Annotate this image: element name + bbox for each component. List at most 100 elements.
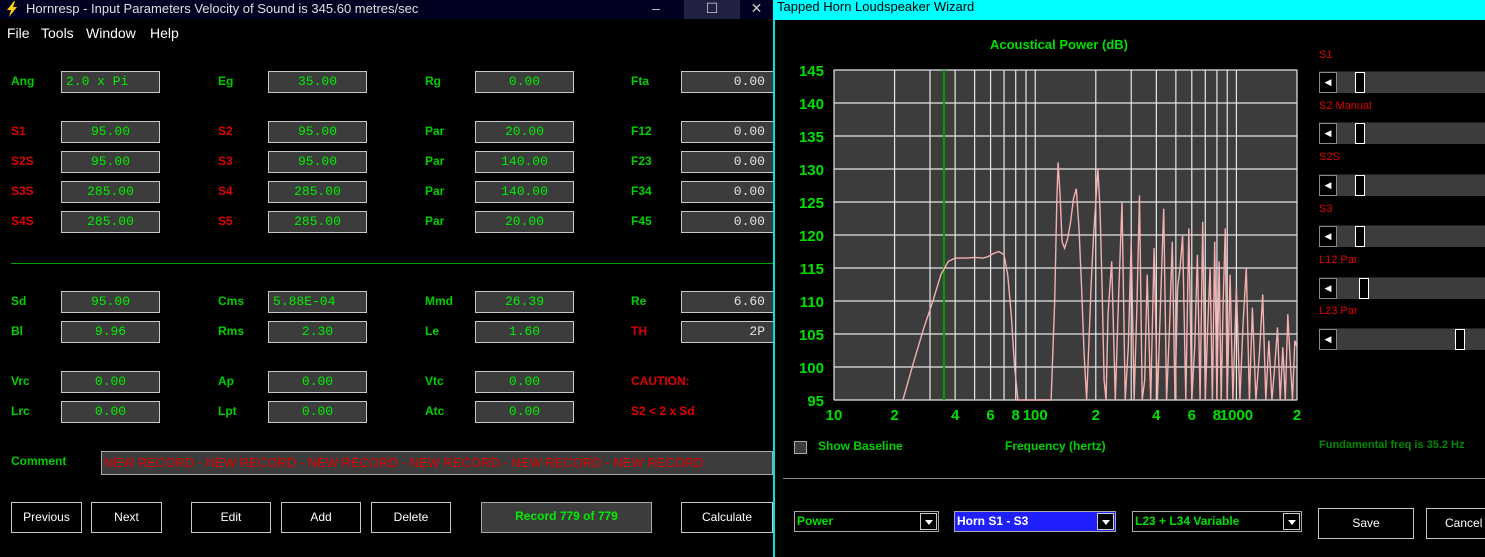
close-button[interactable]: ✕ [740, 0, 773, 19]
slider-thumb[interactable] [1354, 226, 1365, 247]
field-f12[interactable]: 0.00 [681, 121, 773, 143]
field-bl[interactable]: 9.96 [61, 321, 160, 343]
caution-text: S2 < 2 x Sd [631, 404, 695, 418]
right-window-title: Tapped Horn Loudspeaker Wizard [777, 0, 975, 14]
field-cms[interactable]: 5.88E-04 [268, 291, 367, 313]
y-tick-label: 115 [800, 261, 824, 278]
menu-file[interactable]: File [7, 25, 30, 41]
slider-thumb[interactable] [1354, 175, 1365, 196]
comment-input[interactable]: NEW RECORD - NEW RECORD - NEW RECORD - N… [101, 451, 773, 475]
section-divider [11, 263, 773, 264]
field-s4[interactable]: 285.00 [268, 181, 367, 203]
chevron-down-icon[interactable] [920, 513, 937, 530]
parameter-slider[interactable]: ◀ [1319, 328, 1485, 350]
label-th: TH [631, 324, 647, 338]
field-f34[interactable]: 0.00 [681, 181, 773, 203]
slider-thumb[interactable] [1455, 329, 1466, 350]
parameter-slider[interactable]: ◀ [1319, 122, 1485, 144]
parameter-slider[interactable]: ◀ [1319, 174, 1485, 196]
field-eg[interactable]: 35.00 [268, 71, 367, 93]
slider-thumb[interactable] [1354, 72, 1365, 93]
label-lpt: Lpt [218, 404, 237, 418]
label-s5: S5 [218, 214, 233, 228]
field-f23[interactable]: 0.00 [681, 151, 773, 173]
label-re: Re [631, 294, 647, 308]
slider-thumb[interactable] [1354, 123, 1365, 144]
label-vtc: Vtc [425, 374, 444, 388]
horn-dropdown[interactable]: Horn S1 - S3 [954, 511, 1116, 532]
field-f45[interactable]: 0.00 [681, 211, 773, 233]
menu-tools[interactable]: Tools [41, 25, 74, 41]
parameter-slider[interactable]: ◀ [1319, 71, 1485, 93]
previous-button[interactable]: Previous [11, 502, 82, 533]
field-rms[interactable]: 2.30 [268, 321, 367, 343]
parameter-slider[interactable]: ◀ [1319, 277, 1485, 299]
x-tick-label: 2 [1293, 407, 1301, 424]
y-tick-label: 120 [799, 228, 824, 245]
add-button[interactable]: Add [281, 502, 361, 533]
field-s1[interactable]: 95.00 [61, 121, 160, 143]
field-atc[interactable]: 0.00 [475, 401, 574, 423]
field-th[interactable]: 2P [681, 321, 773, 343]
chevron-left-icon[interactable]: ◀ [1319, 123, 1337, 144]
field-s4s[interactable]: 285.00 [61, 211, 160, 233]
chevron-down-icon[interactable] [1097, 513, 1114, 530]
maximize-button[interactable]: ☐ [684, 0, 740, 19]
field-sd[interactable]: 95.00 [61, 291, 160, 313]
calculate-button[interactable]: Calculate [681, 502, 773, 533]
label-s2s: S2S [11, 154, 34, 168]
chevron-left-icon[interactable]: ◀ [1319, 329, 1337, 350]
chevron-left-icon[interactable]: ◀ [1319, 226, 1337, 247]
slider-label: S1 [1319, 49, 1333, 61]
acoustical-power-chart: 14514013513012512011511010510095 10 2 4 6 8 1… [799, 63, 1301, 424]
y-tick-label: 130 [799, 162, 824, 179]
caution-title: CAUTION: [631, 374, 690, 388]
field-le[interactable]: 1.60 [475, 321, 574, 343]
right-title-bar[interactable]: Tapped Horn Loudspeaker Wizard [773, 0, 1485, 20]
next-button[interactable]: Next [91, 502, 162, 533]
field-s3s[interactable]: 285.00 [61, 181, 160, 203]
x-tick-label: 1000 [1220, 407, 1253, 424]
field-mmd[interactable]: 26.39 [475, 291, 574, 313]
parameter-slider[interactable]: ◀ [1319, 225, 1485, 247]
chevron-down-icon[interactable] [1283, 513, 1300, 530]
menu-help[interactable]: Help [150, 25, 179, 41]
field-lrc[interactable]: 0.00 [61, 401, 160, 423]
field-lpt[interactable]: 0.00 [268, 401, 367, 423]
field-par2[interactable]: 140.00 [475, 151, 574, 173]
save-button[interactable]: Save [1318, 508, 1414, 539]
field-par1[interactable]: 20.00 [475, 121, 574, 143]
field-ap[interactable]: 0.00 [268, 371, 367, 393]
field-vtc[interactable]: 0.00 [475, 371, 574, 393]
slider-thumb[interactable] [1359, 278, 1370, 299]
field-s3[interactable]: 95.00 [268, 151, 367, 173]
field-ang[interactable]: 2.0 x Pi [61, 71, 160, 93]
field-par4[interactable]: 20.00 [475, 211, 574, 233]
show-baseline-checkbox[interactable] [794, 441, 807, 454]
field-par3[interactable]: 140.00 [475, 181, 574, 203]
minimize-button[interactable]: – [628, 0, 684, 19]
menu-window[interactable]: Window [86, 25, 136, 41]
field-s2s[interactable]: 95.00 [61, 151, 160, 173]
chevron-left-icon[interactable]: ◀ [1319, 278, 1337, 299]
show-baseline-label[interactable]: Show Baseline [818, 439, 903, 453]
field-s2[interactable]: 95.00 [268, 121, 367, 143]
label-s3: S3 [218, 154, 233, 168]
field-re[interactable]: 6.60 [681, 291, 773, 313]
cancel-button[interactable]: Cancel [1426, 508, 1485, 539]
field-s5[interactable]: 285.00 [268, 211, 367, 233]
chevron-left-icon[interactable]: ◀ [1319, 72, 1337, 93]
delete-button[interactable]: Delete [371, 502, 451, 533]
chart-title: Acoustical Power (dB) [990, 37, 1128, 52]
edit-button[interactable]: Edit [191, 502, 271, 533]
variable-dropdown-value: L23 + L34 Variable [1135, 514, 1240, 528]
y-tick-label: 125 [799, 195, 824, 212]
chevron-left-icon[interactable]: ◀ [1319, 175, 1337, 196]
variable-dropdown[interactable]: L23 + L34 Variable [1132, 511, 1302, 532]
field-vrc[interactable]: 0.00 [61, 371, 160, 393]
power-dropdown[interactable]: Power [794, 511, 939, 532]
left-title-bar[interactable]: Hornresp - Input Parameters Velocity of … [0, 0, 773, 19]
label-par1: Par [425, 124, 445, 138]
field-fta[interactable]: 0.00 [681, 71, 773, 93]
field-rg[interactable]: 0.00 [475, 71, 574, 93]
